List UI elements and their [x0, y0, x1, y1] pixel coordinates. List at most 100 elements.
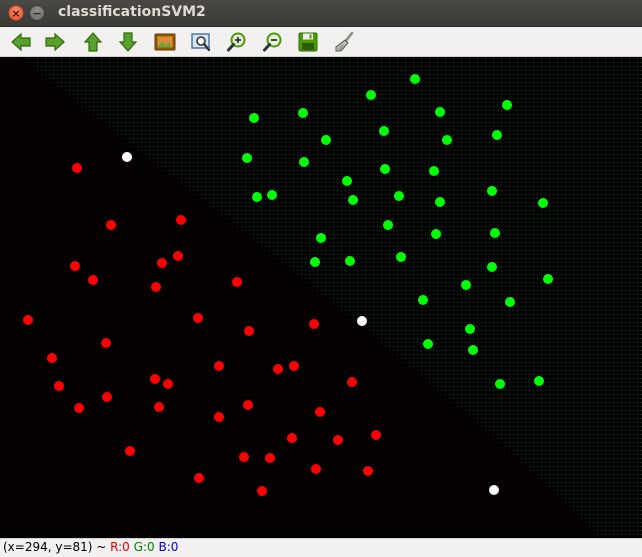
class1-point	[289, 361, 299, 371]
class1-point	[106, 220, 116, 230]
zoom-rect-icon	[191, 33, 211, 52]
class2-point	[396, 252, 406, 262]
window-title: classificationSVM2	[58, 4, 206, 20]
floppy-disk-icon	[298, 32, 318, 52]
close-icon: ×	[11, 6, 21, 20]
class2-point	[461, 280, 471, 290]
class2-point	[383, 220, 393, 230]
class2-point	[487, 186, 497, 196]
class1-point	[54, 381, 64, 391]
app-window: × − classificationSVM2 (x=294, y=81) ~ R…	[0, 0, 642, 557]
class2-point	[345, 256, 355, 266]
class2-point	[442, 135, 452, 145]
class2-point	[366, 90, 376, 100]
class2-point	[410, 74, 420, 84]
class1-point	[287, 433, 297, 443]
zoom-in-icon	[227, 32, 246, 52]
class2-point	[249, 113, 259, 123]
class2-point	[468, 345, 478, 355]
class1-point	[239, 452, 249, 462]
class2-point	[418, 295, 428, 305]
class2-point	[310, 257, 320, 267]
class1-point	[157, 258, 167, 268]
cursor-coordinates: (x=294, y=81) ~	[3, 540, 111, 554]
class1-point	[347, 377, 357, 387]
class2-point	[394, 191, 404, 201]
minimize-window-button[interactable]: −	[29, 5, 45, 21]
class1-point	[173, 251, 183, 261]
class2-point	[348, 195, 358, 205]
class2-point	[431, 229, 441, 239]
class1-point	[257, 486, 267, 496]
title-bar[interactable]: × − classificationSVM2	[0, 0, 642, 27]
class2-point	[435, 197, 445, 207]
class2-point	[298, 108, 308, 118]
zoom-fit-button[interactable]	[153, 30, 177, 54]
class2-point	[242, 153, 252, 163]
pixel-red-value: R:0	[110, 540, 130, 554]
class1-point	[70, 261, 80, 271]
class1-point	[102, 392, 112, 402]
class2-point	[543, 274, 553, 284]
arrow-down-icon	[118, 32, 138, 52]
class1-point	[194, 473, 204, 483]
class1-point	[265, 453, 275, 463]
class2-point	[342, 176, 352, 186]
class1-point	[154, 402, 164, 412]
class1-point	[163, 379, 173, 389]
class2-point	[380, 164, 390, 174]
class2-point	[267, 190, 277, 200]
class1-point	[214, 361, 224, 371]
pixel-blue-value: B:0	[158, 540, 179, 554]
class1-point	[371, 430, 381, 440]
pan-left-button[interactable]	[9, 30, 33, 54]
class2-point	[252, 192, 262, 202]
classification-canvas[interactable]	[0, 57, 642, 538]
class2-point	[435, 107, 445, 117]
brush-icon	[335, 31, 354, 52]
class2-point	[492, 130, 502, 140]
class1-point	[244, 326, 254, 336]
class1-point	[101, 338, 111, 348]
class2-point	[495, 379, 505, 389]
zoom-out-button[interactable]	[261, 30, 285, 54]
pan-right-button[interactable]	[43, 30, 67, 54]
class2-point	[465, 324, 475, 334]
pan-up-button[interactable]	[81, 30, 105, 54]
class2-point	[505, 297, 515, 307]
class2-point	[321, 135, 331, 145]
class2-point	[487, 262, 497, 272]
status-bar: (x=294, y=81) ~ R:0 G:0 B:0	[0, 538, 642, 557]
close-window-button[interactable]: ×	[8, 5, 24, 21]
class1-point	[363, 466, 373, 476]
arrow-left-icon	[11, 32, 31, 52]
save-button[interactable]	[296, 30, 320, 54]
class1-point	[72, 163, 82, 173]
properties-button[interactable]	[332, 30, 356, 54]
zoom-region-button[interactable]	[189, 30, 213, 54]
class2-point	[379, 126, 389, 136]
image-icon	[154, 33, 176, 51]
toolbar	[0, 27, 642, 57]
class1-point	[315, 407, 325, 417]
class1-point	[333, 435, 343, 445]
zoom-out-icon	[263, 32, 282, 52]
class2-point	[534, 376, 544, 386]
support-vector-point	[489, 485, 499, 495]
class2-point	[316, 233, 326, 243]
class2-point	[538, 198, 548, 208]
support-vector-point	[357, 316, 367, 326]
class2-point	[423, 339, 433, 349]
class1-point	[193, 313, 203, 323]
decision-region-map	[0, 57, 642, 538]
class1-point	[232, 277, 242, 287]
class1-point	[311, 464, 321, 474]
zoom-in-button[interactable]	[225, 30, 249, 54]
pixel-green-value: G:0	[133, 540, 155, 554]
class1-point	[47, 353, 57, 363]
class2-point	[429, 166, 439, 176]
class1-point	[74, 403, 84, 413]
class1-point	[309, 319, 319, 329]
pan-down-button[interactable]	[116, 30, 140, 54]
class1-point	[214, 412, 224, 422]
